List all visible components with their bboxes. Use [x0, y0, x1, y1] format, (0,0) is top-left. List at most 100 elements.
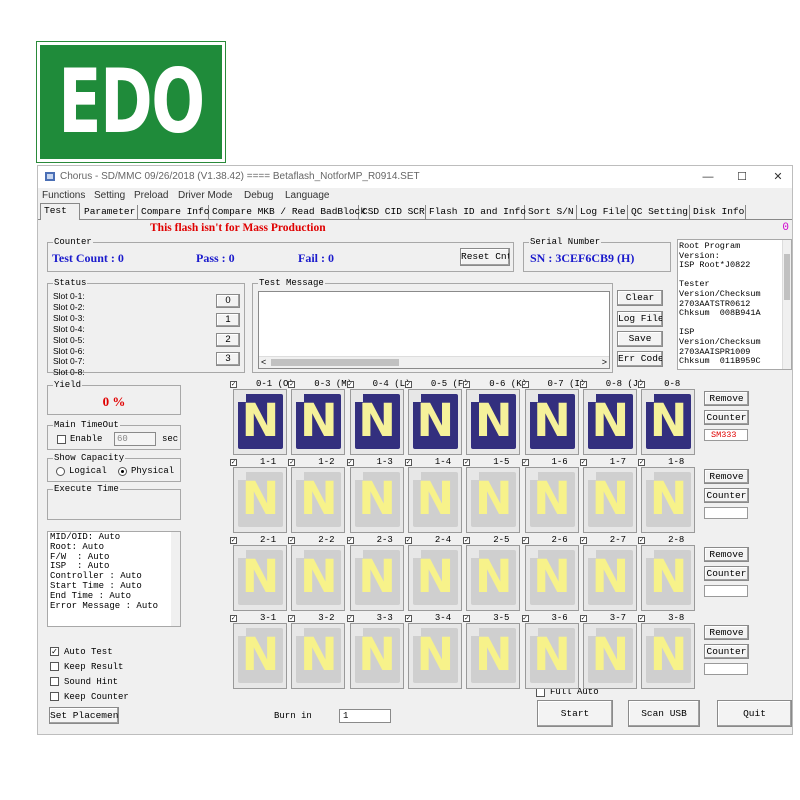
remove-button[interactable]: Remove	[704, 391, 749, 406]
quit-button[interactable]: Quit	[717, 700, 792, 727]
sound-hint-checkbox[interactable]	[50, 677, 59, 686]
card-slot-checkbox[interactable]: ✓	[521, 381, 529, 389]
tab-qc-setting[interactable]: QC Setting	[628, 205, 690, 220]
card-slot-checkbox[interactable]: ✓	[230, 459, 237, 467]
card-slot-checkbox[interactable]: ✓	[404, 381, 412, 389]
card-slot-checkbox[interactable]: ✓	[230, 537, 237, 545]
reset-counter-button[interactable]: Reset Cnt	[460, 248, 510, 266]
card-slot-checkbox[interactable]: ✓	[638, 459, 646, 467]
card-slot[interactable]: ✓ 1-1 N	[230, 457, 287, 534]
card-slot[interactable]: ✓ 3-8 N	[638, 613, 696, 690]
card-slot[interactable]: ✓ 0-3 (M) N	[288, 379, 352, 456]
card-slot[interactable]: ✓ 0-5 (F) N	[404, 379, 469, 456]
err-code-button[interactable]: Err Code	[617, 351, 663, 367]
tab-compare-mkb[interactable]: Compare MKB / Read BadBlock	[209, 205, 366, 220]
card-slot[interactable]: ✓ 0-7 (I) N	[521, 379, 585, 456]
save-button[interactable]: Save	[617, 331, 663, 347]
keep-result-checkbox[interactable]	[50, 662, 59, 671]
card-slot-checkbox[interactable]: ✓	[463, 537, 471, 545]
menu-preload[interactable]: Preload	[134, 190, 168, 201]
card-slot[interactable]: ✓ 2-7 N	[579, 535, 637, 612]
card-slot[interactable]: ✓ 1-3 N	[346, 457, 404, 534]
counter-button[interactable]: Counter	[704, 410, 749, 425]
physical-radio[interactable]	[118, 467, 127, 476]
keep-counter-checkbox[interactable]	[50, 692, 59, 701]
card-slot[interactable]: ✓ 0-8 N	[638, 379, 696, 456]
card-slot[interactable]: ✓ 1-4 N	[404, 457, 462, 534]
close-button[interactable]: ✕	[768, 169, 788, 185]
card-slot-checkbox[interactable]: ✓	[288, 537, 296, 545]
tab-sort-sn[interactable]: Sort S/N	[525, 205, 577, 220]
menu-setting[interactable]: Setting	[94, 190, 125, 201]
card-slot-checkbox[interactable]: ✓	[404, 537, 412, 545]
card-slot-checkbox[interactable]: ✓	[404, 615, 412, 623]
card-slot-checkbox[interactable]: ✓	[288, 615, 296, 623]
card-slot-checkbox[interactable]: ✓	[579, 381, 587, 389]
card-slot-checkbox[interactable]: ✓	[346, 459, 354, 467]
tab-parameter[interactable]: Parameter	[81, 205, 138, 220]
status-button-3[interactable]: 3	[216, 352, 240, 366]
tab-csd-cid-scr[interactable]: CSD CID SCR	[359, 205, 426, 220]
status-button-0[interactable]: 0	[216, 294, 240, 308]
tab-flash-id-info[interactable]: Flash ID and Info	[426, 205, 526, 220]
card-slot-checkbox[interactable]: ✓	[579, 615, 587, 623]
card-slot[interactable]: ✓ 3-6 N	[521, 613, 579, 690]
message-scroll-thumb[interactable]	[271, 359, 399, 366]
card-slot[interactable]: ✓ 1-6 N	[521, 457, 579, 534]
card-slot-checkbox[interactable]: ✓	[346, 381, 354, 389]
card-slot-checkbox[interactable]: ✓	[404, 459, 412, 467]
card-slot-checkbox[interactable]: ✓	[521, 537, 529, 545]
menu-driver-mode[interactable]: Driver Mode	[178, 190, 232, 201]
card-slot-checkbox[interactable]: ✓	[521, 459, 529, 467]
root-info-scroll-thumb[interactable]	[784, 254, 790, 300]
card-slot-checkbox[interactable]: ✓	[230, 381, 237, 389]
set-placement-button[interactable]: Set Placement	[49, 707, 119, 724]
card-slot[interactable]: ✓ 2-2 N	[288, 535, 346, 612]
card-slot[interactable]: ✓ 0-6 (K) N	[463, 379, 527, 456]
card-slot[interactable]: ✓ 1-7 N	[579, 457, 637, 534]
card-slot[interactable]: ✓ 2-8 N	[638, 535, 696, 612]
timeout-enable-checkbox[interactable]	[57, 435, 66, 444]
test-message-box[interactable]: < >	[258, 291, 610, 369]
card-slot[interactable]: ✓ 2-6 N	[521, 535, 579, 612]
card-slot-checkbox[interactable]: ✓	[463, 381, 471, 389]
remove-button[interactable]: Remove	[704, 625, 749, 640]
card-slot[interactable]: ✓ 3-7 N	[579, 613, 637, 690]
card-slot-checkbox[interactable]: ✓	[288, 381, 296, 389]
tab-log-file[interactable]: Log File	[577, 205, 628, 220]
card-slot-checkbox[interactable]: ✓	[638, 615, 646, 623]
counter-button[interactable]: Counter	[704, 644, 749, 659]
menu-language[interactable]: Language	[285, 190, 330, 201]
card-slot[interactable]: ✓ 3-1 N	[230, 613, 287, 690]
card-slot-checkbox[interactable]: ✓	[579, 459, 587, 467]
card-slot[interactable]: ✓ 2-5 N	[463, 535, 521, 612]
card-slot[interactable]: ✓ 1-8 N	[638, 457, 696, 534]
scan-usb-button[interactable]: Scan USB	[628, 700, 700, 727]
auto-test-checkbox[interactable]: ✓	[50, 647, 59, 656]
card-slot-checkbox[interactable]: ✓	[521, 615, 529, 623]
scroll-left-icon[interactable]: <	[261, 357, 266, 367]
log-file-button[interactable]: Log File	[617, 311, 663, 327]
card-slot-checkbox[interactable]: ✓	[579, 537, 587, 545]
counter-button[interactable]: Counter	[704, 488, 749, 503]
menu-debug[interactable]: Debug	[244, 190, 273, 201]
info-scrollbar[interactable]	[171, 532, 180, 626]
minimize-button[interactable]: —	[698, 169, 718, 185]
burn-in-input[interactable]: 1	[339, 709, 391, 723]
remove-button[interactable]: Remove	[704, 547, 749, 562]
card-slot[interactable]: ✓ 1-5 N	[463, 457, 521, 534]
card-slot[interactable]: ✓ 2-3 N	[346, 535, 404, 612]
tab-test[interactable]: Test	[40, 203, 80, 220]
card-slot-checkbox[interactable]: ✓	[288, 459, 296, 467]
logical-radio[interactable]	[56, 467, 65, 476]
scroll-right-icon[interactable]: >	[602, 357, 607, 367]
message-hscrollbar[interactable]: < >	[259, 356, 609, 368]
status-button-1[interactable]: 1	[216, 313, 240, 327]
tab-disk-info[interactable]: Disk Info	[690, 205, 746, 220]
tab-compare-info[interactable]: Compare Info	[138, 205, 209, 220]
maximize-button[interactable]: ☐	[732, 169, 752, 185]
card-slot[interactable]: ✓ 1-2 N	[288, 457, 346, 534]
root-info-scrollbar[interactable]	[782, 240, 791, 369]
card-slot[interactable]: ✓ 0-4 (L) N	[346, 379, 410, 456]
card-slot-checkbox[interactable]: ✓	[346, 615, 354, 623]
